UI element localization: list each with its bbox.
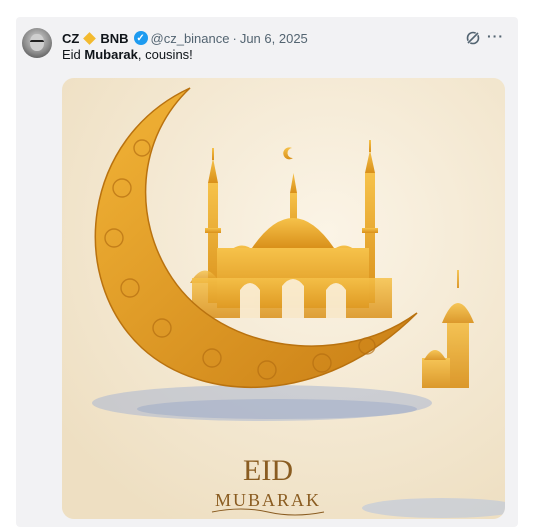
post-text-suffix: , cousins! xyxy=(137,47,193,62)
post-text: Eid Mubarak, cousins! xyxy=(62,47,204,62)
eid-illustration: EID MUBARAK xyxy=(62,78,505,519)
post-text-bold: Mubarak xyxy=(84,47,138,62)
grok-icon[interactable] xyxy=(465,30,481,46)
post-date[interactable]: Jun 6, 2025 xyxy=(240,31,308,46)
post-text-prefix: Eid xyxy=(62,47,85,62)
post-image[interactable]: EID MUBARAK xyxy=(62,78,505,519)
separator: · xyxy=(232,30,237,46)
crescent-moon-emoji xyxy=(195,49,201,60)
more-icon[interactable]: ··· xyxy=(487,28,503,46)
author-name[interactable]: CZ xyxy=(62,31,79,46)
greeting-line2: MUBARAK xyxy=(215,490,321,510)
post-header: CZ BNB ✓ @cz_binance · Jun 6, 2025 xyxy=(62,30,308,46)
greeting-line1: EID xyxy=(243,454,293,487)
verified-badge-icon[interactable]: ✓ xyxy=(133,31,148,45)
bnb-diamond-icon xyxy=(83,31,97,45)
avatar[interactable] xyxy=(22,28,52,58)
author-tag[interactable]: BNB xyxy=(100,31,128,46)
author-handle[interactable]: @cz_binance xyxy=(151,31,230,46)
